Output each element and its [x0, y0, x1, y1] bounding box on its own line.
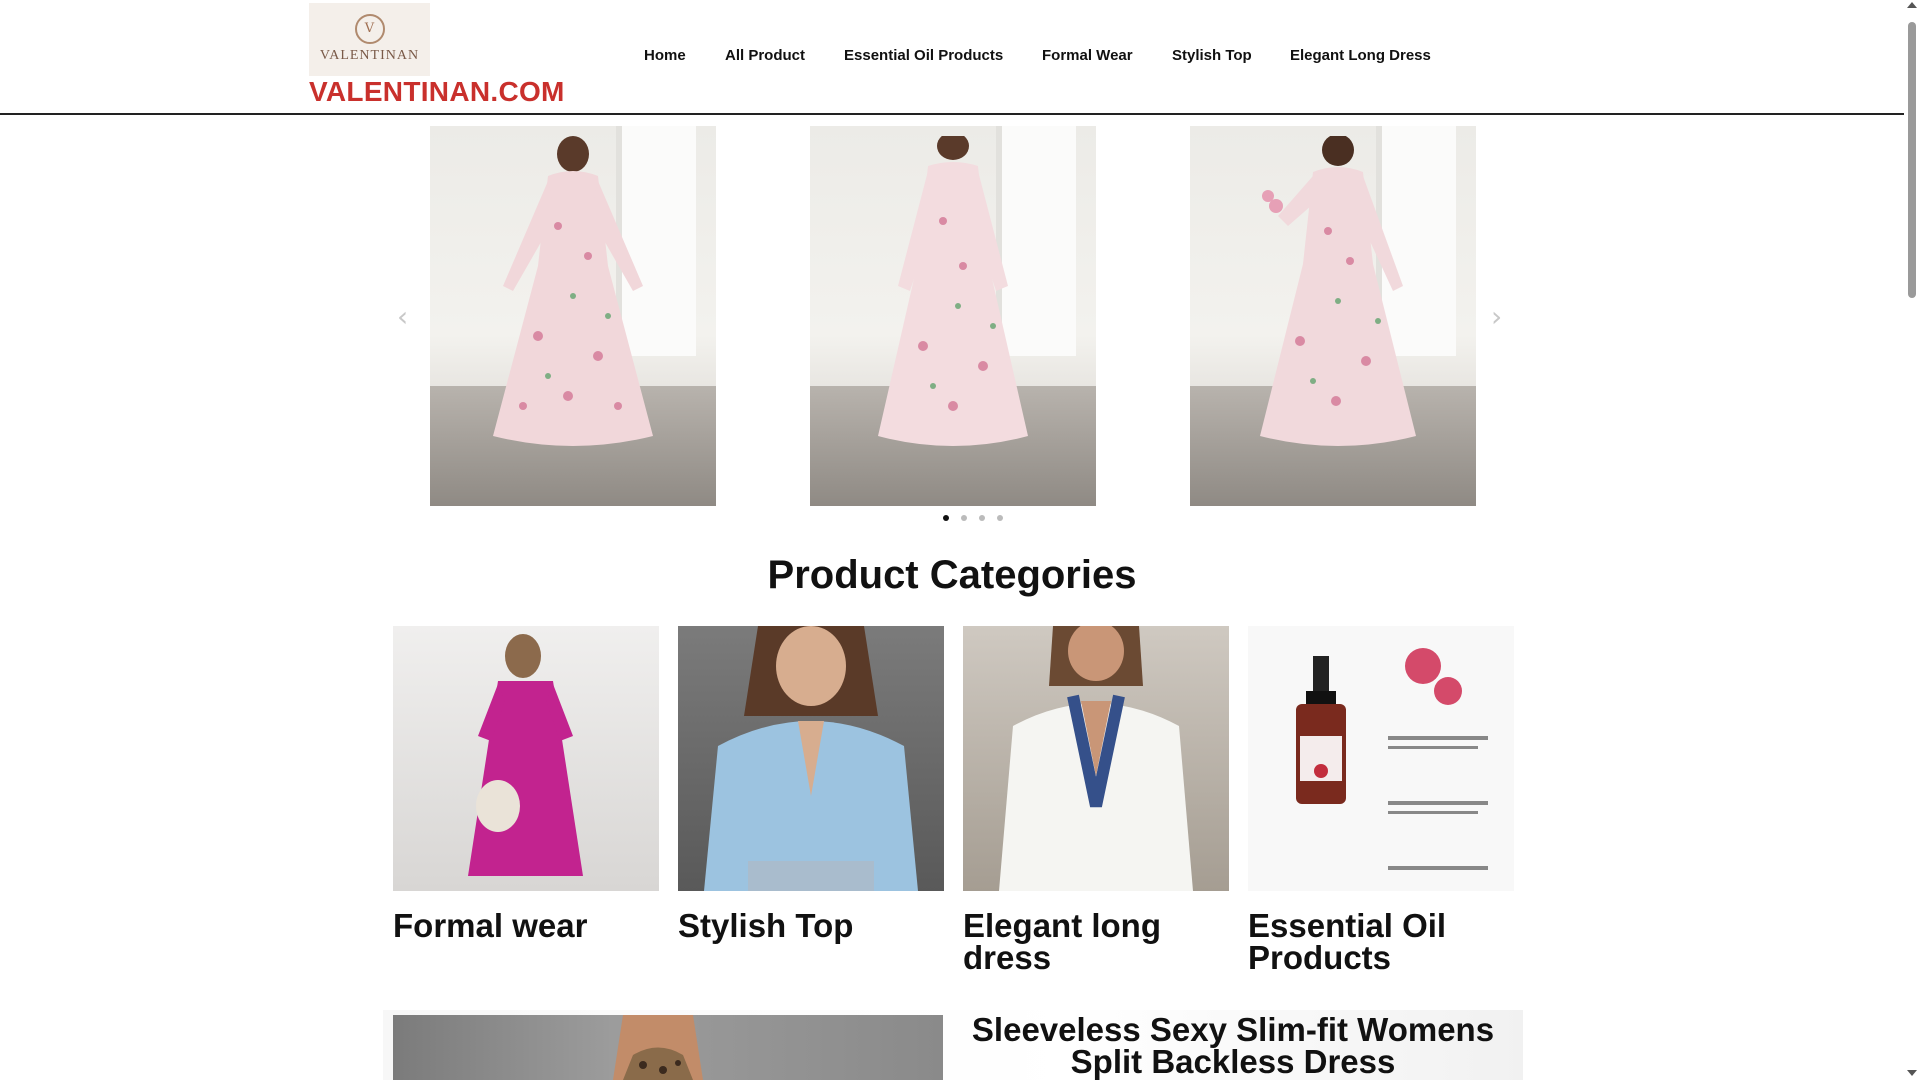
nav-formal-wear[interactable]: Formal Wear	[1042, 47, 1133, 64]
category-card-stylish-top[interactable]: Stylish Top	[678, 626, 944, 942]
carousel-slide[interactable]	[810, 126, 1096, 506]
category-image[interactable]	[393, 626, 659, 891]
category-name[interactable]: Essential Oil Products	[1248, 909, 1514, 974]
featured-product-image[interactable]	[393, 1015, 943, 1080]
floral-dress-image	[1260, 136, 1416, 446]
nav-stylish-top[interactable]: Stylish Top	[1172, 47, 1252, 64]
category-name[interactable]: Stylish Top	[678, 909, 944, 942]
pagination-dot[interactable]	[996, 515, 1003, 521]
carousel-slide[interactable]	[430, 126, 716, 506]
site-logo[interactable]: V VALENTINAN	[309, 3, 430, 76]
hero-carousel: ‹ ›	[390, 126, 1510, 526]
category-card-formal-wear[interactable]: Formal wear	[393, 626, 659, 942]
category-image[interactable]	[1248, 626, 1514, 891]
scroll-thumb[interactable]	[1908, 22, 1916, 298]
floral-dress-image	[493, 136, 653, 446]
scroll-up-arrow-icon[interactable]	[1907, 2, 1917, 8]
featured-product: Sleeveless Sexy Slim-fit Womens Split Ba…	[383, 1010, 1523, 1080]
chevron-left-icon[interactable]: ‹	[397, 300, 408, 333]
floral-dress-image	[878, 136, 1028, 446]
site-header: V VALENTINAN VALENTINAN.COM Home All Pro…	[0, 0, 1904, 115]
nav-all-product[interactable]: All Product	[725, 47, 805, 64]
pagination-dot[interactable]	[942, 515, 949, 521]
category-name[interactable]: Formal wear	[393, 909, 659, 942]
chevron-right-icon[interactable]: ›	[1491, 300, 1502, 333]
category-image[interactable]	[963, 626, 1229, 891]
logo-emblem-icon: V	[354, 13, 385, 44]
nav-home[interactable]: Home	[644, 47, 686, 64]
category-image[interactable]	[678, 626, 944, 891]
site-name-link[interactable]: VALENTINAN.COM	[309, 76, 565, 108]
category-card-essential-oil-products[interactable]: Essential Oil Products	[1248, 626, 1514, 974]
nav-elegant-long-dress[interactable]: Elegant Long Dress	[1290, 47, 1431, 64]
featured-product-title[interactable]: Sleeveless Sexy Slim-fit Womens Split Ba…	[953, 1013, 1513, 1078]
category-card-elegant-long-dress[interactable]: Elegant long dress	[963, 626, 1229, 974]
product-categories-title: Product Categories	[767, 553, 1137, 597]
pagination-dot[interactable]	[978, 515, 985, 521]
logo-wordmark: VALENTINAN	[319, 47, 420, 63]
nav-essential-oil-products[interactable]: Essential Oil Products	[844, 47, 1003, 64]
carousel-slide[interactable]	[1190, 126, 1476, 506]
scroll-down-arrow-icon[interactable]	[1907, 1070, 1917, 1076]
carousel-pagination	[390, 515, 1510, 521]
category-name[interactable]: Elegant long dress	[963, 909, 1229, 974]
page-scrollbar[interactable]	[1904, 0, 1920, 1080]
pagination-dot[interactable]	[960, 515, 967, 521]
